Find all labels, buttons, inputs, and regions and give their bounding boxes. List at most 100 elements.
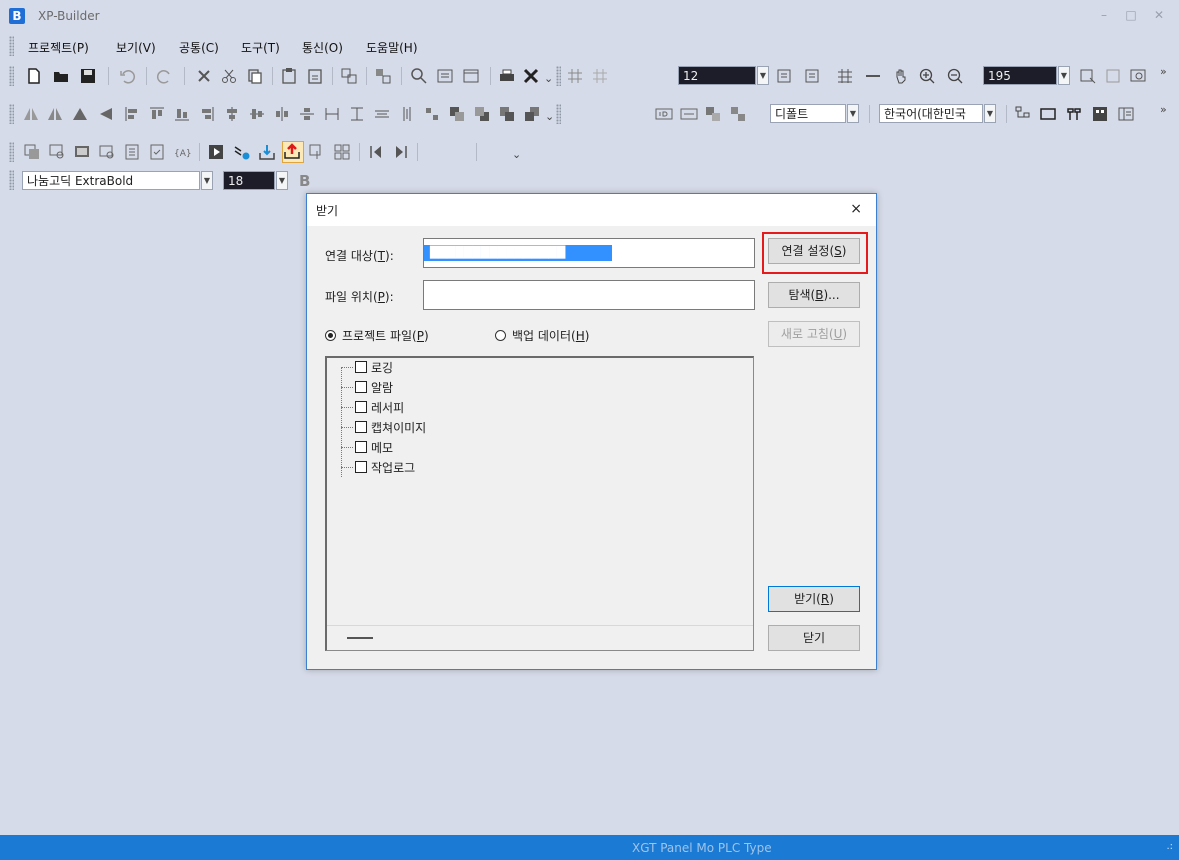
menu-help[interactable]: 도움말(H): [366, 39, 418, 56]
chevron-down-icon[interactable]: ▼: [847, 104, 859, 123]
print-icon[interactable]: [498, 67, 516, 85]
menubar-grip[interactable]: [9, 36, 14, 56]
toolbar-grip[interactable]: [9, 142, 14, 162]
document-icon[interactable]: [123, 143, 141, 161]
zoom-window-icon[interactable]: [1129, 67, 1147, 85]
horizontal-scrollbar[interactable]: [327, 625, 753, 650]
align-left-icon[interactable]: [776, 67, 794, 85]
toolbar-grip[interactable]: [9, 170, 14, 190]
object-search-icon[interactable]: [48, 143, 66, 161]
tree-item-alarm[interactable]: 알람: [327, 378, 527, 396]
toolbar-grip[interactable]: [556, 104, 561, 124]
screen-icon[interactable]: [436, 67, 454, 85]
file-location-input[interactable]: [423, 280, 755, 310]
tree-item-work-log[interactable]: 작업로그: [327, 458, 527, 476]
menu-project[interactable]: 프로젝트(P): [28, 39, 89, 56]
same-width-icon[interactable]: [323, 105, 341, 123]
tree-item-memo[interactable]: 메모: [327, 438, 527, 456]
grid-icon[interactable]: [566, 67, 584, 85]
id-icon[interactable]: [655, 105, 673, 123]
checkbox[interactable]: [355, 381, 367, 393]
tree-item-recipe[interactable]: 레서피: [327, 398, 527, 416]
chevron-down-icon[interactable]: ▼: [201, 171, 213, 190]
checkbox[interactable]: [355, 441, 367, 453]
browse-button[interactable]: 탐색(B)...: [768, 282, 860, 308]
first-page-icon[interactable]: [367, 143, 385, 161]
bold-icon[interactable]: B: [296, 171, 314, 189]
tools-icon[interactable]: [522, 67, 540, 85]
send-backward-icon[interactable]: [523, 105, 541, 123]
zoom-out-icon[interactable]: [946, 67, 964, 85]
simulate-icon[interactable]: [207, 143, 225, 161]
checkbox[interactable]: [355, 461, 367, 473]
language-combo[interactable]: 한국어(대한민국: [879, 104, 983, 123]
copy-icon[interactable]: [246, 67, 264, 85]
align-top-edge-icon[interactable]: [148, 105, 166, 123]
object-list-icon[interactable]: [23, 143, 41, 161]
layout-icon[interactable]: [333, 143, 351, 161]
align-left-edge-icon[interactable]: [123, 105, 141, 123]
cut-icon[interactable]: [220, 67, 238, 85]
rotate-icon[interactable]: [71, 105, 89, 123]
align-right-edge-icon[interactable]: [198, 105, 216, 123]
screen-search-icon[interactable]: [98, 143, 116, 161]
distribute-horizontal-icon[interactable]: [273, 105, 291, 123]
redo-icon[interactable]: [156, 67, 174, 85]
tree-item-logging[interactable]: 로깅: [327, 358, 527, 376]
bring-forward-icon[interactable]: [498, 105, 516, 123]
tree-item-capture-image[interactable]: 캡쳐이미지: [327, 418, 527, 436]
group-icon[interactable]: [340, 67, 358, 85]
resize-grip-icon[interactable]: .:: [1166, 841, 1173, 852]
menu-tools[interactable]: 도구(T): [241, 39, 280, 56]
panel-icon[interactable]: [1091, 105, 1109, 123]
zoom-fit-icon[interactable]: [1079, 67, 1097, 85]
settings-gear-icon[interactable]: [233, 143, 251, 161]
save-icon[interactable]: [79, 67, 97, 85]
toolbar-grip[interactable]: [556, 66, 561, 86]
toolbar-overflow-icon[interactable]: »: [1160, 65, 1167, 78]
menu-common[interactable]: 공통(C): [179, 39, 219, 56]
new-file-icon[interactable]: [25, 67, 43, 85]
language-icon[interactable]: [704, 105, 722, 123]
table-icon[interactable]: [836, 67, 854, 85]
last-page-icon[interactable]: [392, 143, 410, 161]
line-icon[interactable]: [864, 67, 882, 85]
window-icon[interactable]: [462, 67, 480, 85]
checkbox[interactable]: [355, 421, 367, 433]
dialog-close-icon[interactable]: ×: [850, 201, 862, 217]
align-bottom-edge-icon[interactable]: [173, 105, 191, 123]
chevron-down-icon[interactable]: ▼: [276, 171, 288, 190]
paste-icon[interactable]: [280, 67, 298, 85]
zoom-in-icon[interactable]: [918, 67, 936, 85]
font-name-combo[interactable]: 나눔고딕 ExtraBold: [22, 171, 200, 190]
same-size-vertical-icon[interactable]: [398, 105, 416, 123]
bring-front-icon[interactable]: [448, 105, 466, 123]
paste-special-icon[interactable]: [306, 67, 324, 85]
chevron-down-icon[interactable]: ▼: [757, 66, 769, 85]
align-center-vertical-icon[interactable]: [248, 105, 266, 123]
toolbar-grip[interactable]: [9, 66, 14, 86]
ungroup-icon[interactable]: [374, 67, 392, 85]
backup-data-radio[interactable]: [495, 330, 506, 341]
align-right-icon[interactable]: [804, 67, 822, 85]
download-icon[interactable]: [258, 143, 276, 161]
flip-horizontal-icon[interactable]: [46, 105, 64, 123]
device-icon[interactable]: [680, 105, 698, 123]
receive-button[interactable]: 받기(R): [768, 586, 860, 612]
terminal-icon[interactable]: [1065, 105, 1083, 123]
same-height-icon[interactable]: [348, 105, 366, 123]
find-icon[interactable]: [410, 67, 428, 85]
chevron-down-icon[interactable]: ⌄: [512, 148, 521, 161]
project-file-radio[interactable]: [325, 330, 336, 341]
align-center-horizontal-icon[interactable]: [223, 105, 241, 123]
undo-icon[interactable]: [118, 67, 136, 85]
screen-list-icon[interactable]: [73, 143, 91, 161]
default-combo[interactable]: 디폴트: [770, 104, 846, 123]
checklist-icon[interactable]: [148, 143, 166, 161]
menu-view[interactable]: 보기(V): [116, 39, 156, 56]
minimize-button[interactable]: –: [1094, 8, 1114, 24]
preview-icon[interactable]: [1104, 67, 1122, 85]
data-tree[interactable]: 로깅 알람 레서피 캡쳐이미지 메모 작업로그: [325, 356, 754, 651]
distribute-vertical-icon[interactable]: [298, 105, 316, 123]
text-size-combo[interactable]: 18: [223, 171, 275, 190]
